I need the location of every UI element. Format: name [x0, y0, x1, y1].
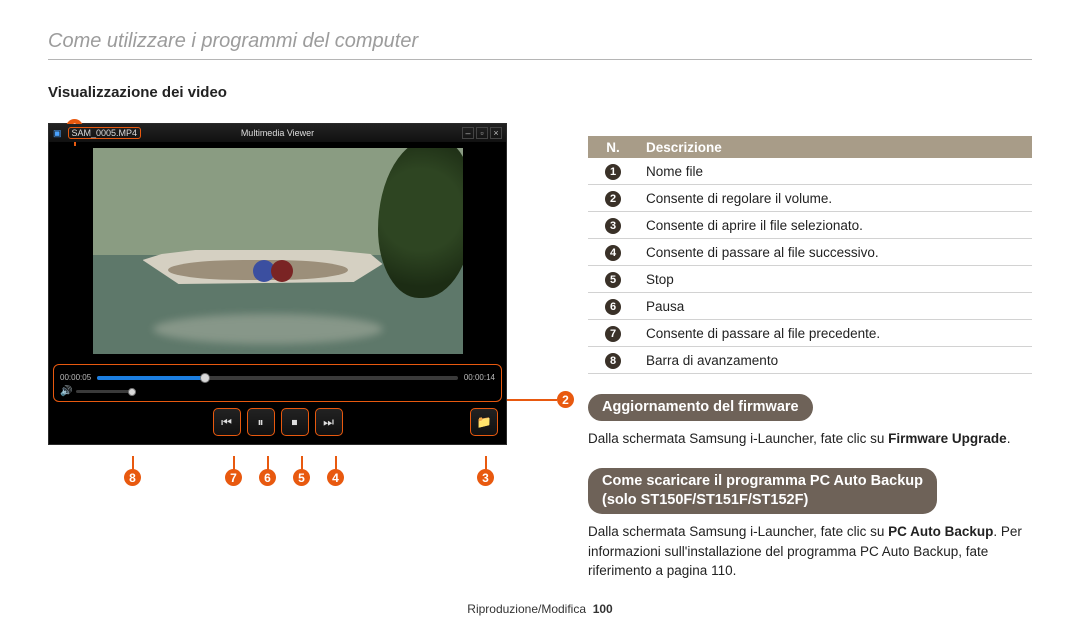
volume-thumb[interactable] — [128, 388, 136, 396]
minimize-icon[interactable]: – — [462, 127, 474, 139]
page-footer: Riproduzione/Modifica 100 — [0, 602, 1080, 616]
callout-3: 3 — [477, 469, 494, 486]
table-row: 2Consente di regolare il volume. — [588, 185, 1032, 212]
volume-icon[interactable]: 🔊 — [60, 386, 72, 397]
app-icon: ▣ — [53, 128, 62, 139]
progress-thumb[interactable] — [200, 373, 210, 383]
pause-button[interactable]: ⏸ — [247, 408, 275, 436]
close-icon[interactable]: × — [490, 127, 502, 139]
progress-bar[interactable] — [97, 376, 458, 380]
table-row: 7Consente di passare al file precedente. — [588, 320, 1032, 347]
volume-slider[interactable] — [76, 390, 136, 393]
stop-button[interactable]: ⏹ — [281, 408, 309, 436]
progress-volume-panel: 00:00:05 00:00:14 🔊 — [53, 364, 502, 402]
backup-heading: Come scaricare il programma PC Auto Back… — [588, 468, 937, 514]
playback-buttons-row: ⏮ ⏸ ⏹ ⏭ 📁 — [49, 402, 506, 444]
video-area — [49, 142, 506, 360]
backup-text: Dalla schermata Samsung i-Launcher, fate… — [588, 522, 1032, 581]
table-row: 1Nome file — [588, 158, 1032, 185]
titlebar: ▣ SAM_0005.MP4 Multimedia Viewer – ▫ × — [49, 124, 506, 142]
time-current: 00:00:05 — [60, 373, 91, 382]
callout-5: 5 — [293, 469, 310, 486]
table-row: 5Stop — [588, 266, 1032, 293]
subsection-heading: Visualizzazione dei video — [48, 84, 528, 101]
filename-label: SAM_0005.MP4 — [68, 127, 142, 139]
table-row: 8Barra di avanzamento — [588, 347, 1032, 374]
table-row: 3Consente di aprire il file selezionato. — [588, 212, 1032, 239]
window-title: Multimedia Viewer — [241, 128, 314, 138]
table-head-desc: Descrizione — [638, 136, 1032, 158]
next-button[interactable]: ⏭ — [315, 408, 343, 436]
callout-line — [507, 399, 557, 401]
time-total: 00:00:14 — [464, 373, 495, 382]
firmware-text: Dalla schermata Samsung i-Launcher, fate… — [588, 429, 1032, 449]
description-table: N. Descrizione 1Nome file 2Consente di r… — [588, 136, 1032, 374]
open-file-button[interactable]: 📁 — [470, 408, 498, 436]
table-head-n: N. — [588, 136, 638, 158]
maximize-icon[interactable]: ▫ — [476, 127, 488, 139]
firmware-heading: Aggiornamento del firmware — [588, 394, 813, 421]
callout-2: 2 — [557, 391, 574, 408]
section-title: Come utilizzare i programmi del computer — [48, 30, 1032, 60]
callout-7: 7 — [225, 469, 242, 486]
multimedia-viewer-window: ▣ SAM_0005.MP4 Multimedia Viewer – ▫ × — [48, 123, 507, 445]
previous-button[interactable]: ⏮ — [213, 408, 241, 436]
callout-6: 6 — [259, 469, 276, 486]
table-row: 6Pausa — [588, 293, 1032, 320]
video-frame-boat — [93, 148, 463, 354]
callout-4: 4 — [327, 469, 344, 486]
callout-8: 8 — [124, 469, 141, 486]
table-row: 4Consente di passare al file successivo. — [588, 239, 1032, 266]
